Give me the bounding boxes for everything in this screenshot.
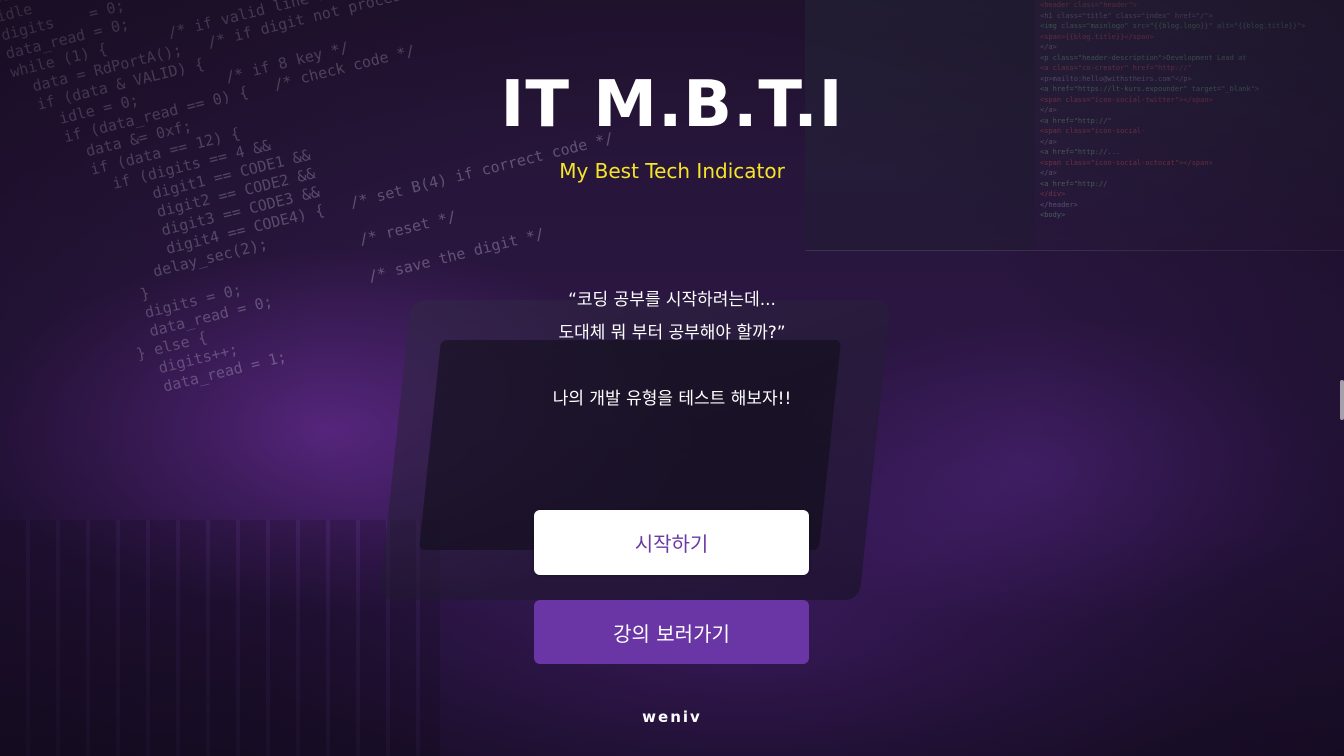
intro-quote-line: “코딩 공부를 시작하려는데... — [568, 290, 776, 310]
call-to-action-text: 나의 개발 유형을 테스트 해보자!! — [552, 389, 792, 409]
intro-quote-line: 도대체 뭐 부터 공부해야 할까?” — [558, 323, 786, 343]
view-lecture-button[interactable]: 강의 보러가기 — [534, 600, 809, 664]
landing-page: delay_sec(1); /* wait a second before id… — [0, 0, 1344, 756]
weniv-logo: weniv — [642, 708, 702, 726]
start-button[interactable]: 시작하기 — [534, 510, 809, 575]
intro-quote: “코딩 공부를 시작하려는데... 도대체 뭐 부터 공부해야 할까?” — [0, 284, 1344, 350]
main-content: IT M.B.T.I My Best Tech Indicator “코딩 공부… — [0, 0, 1344, 756]
page-subtitle: My Best Tech Indicator — [559, 159, 785, 183]
page-title: IT M.B.T.I — [500, 68, 844, 142]
